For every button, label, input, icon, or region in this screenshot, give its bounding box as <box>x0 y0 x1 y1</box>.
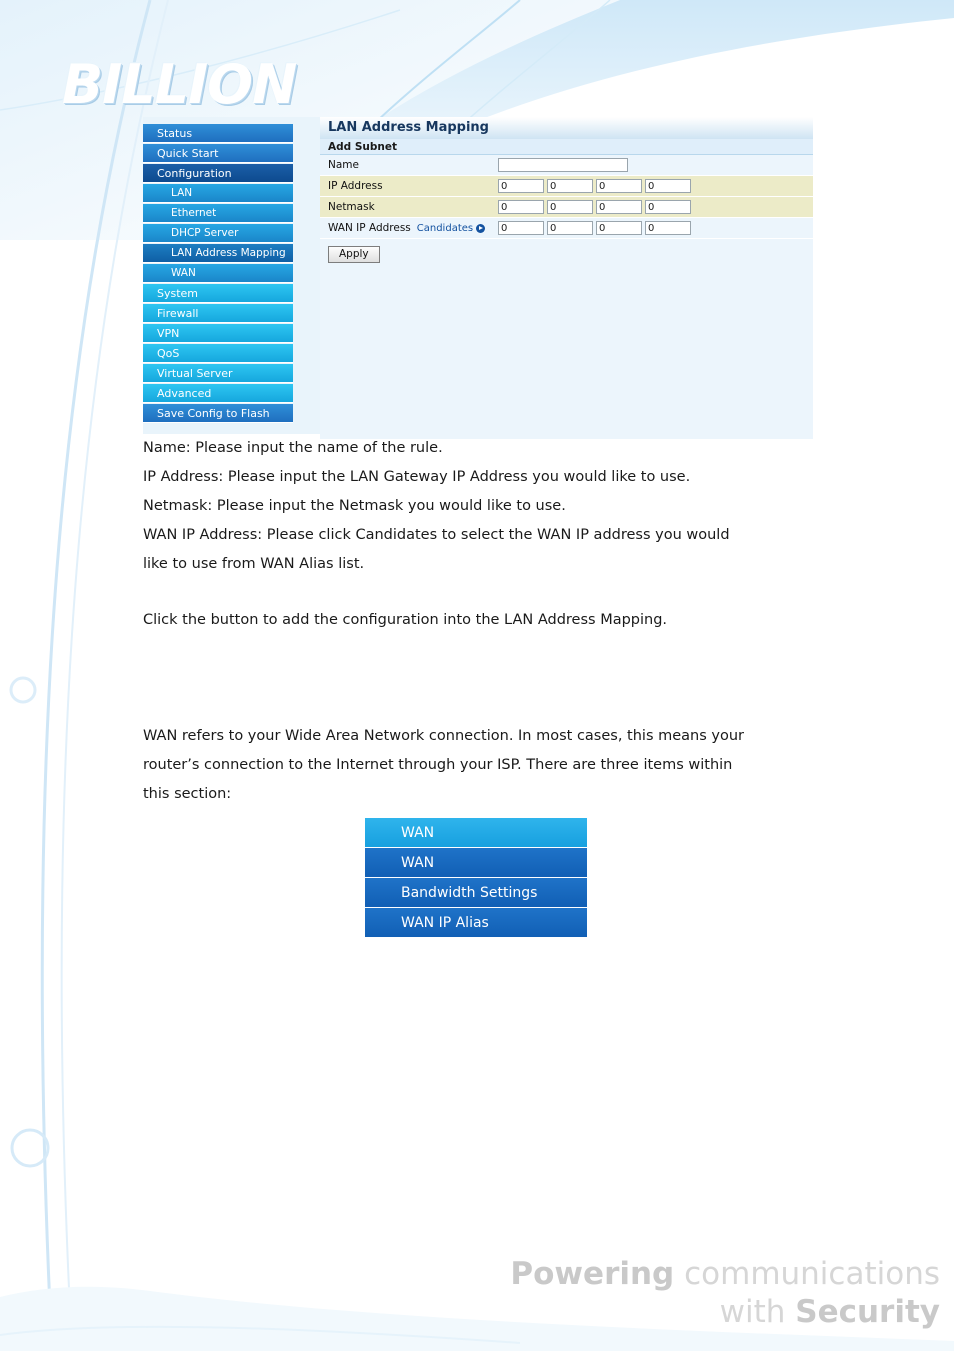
form-row-name: Name <box>320 155 813 176</box>
sidebar-item-lan[interactable]: LAN <box>143 184 293 203</box>
sidebar-item-label: Status <box>157 127 193 140</box>
wan-submenu-screenshot: WAN WAN Bandwidth Settings WAN IP Alias <box>365 818 587 938</box>
ip-octet-1[interactable] <box>498 179 544 193</box>
wan-ip-octet-3[interactable] <box>596 221 642 235</box>
definition-line-wanip-1: WAN IP Address: Please click Candidates … <box>143 527 730 543</box>
wan-intro-paragraph: WAN refers to your Wide Area Network con… <box>143 722 833 809</box>
router-sidebar-menu: Status Quick Start Configuration LAN Eth… <box>143 124 293 424</box>
candidates-label: Candidates <box>416 222 474 234</box>
wan-intro-line-1: WAN refers to your Wide Area Network con… <box>143 728 745 744</box>
tagline-line-2: with Security <box>510 1293 940 1331</box>
arrow-right-icon <box>476 223 486 233</box>
form-row-wan-ip-address: WAN IP Address Candidates <box>320 218 813 239</box>
sidebar-item-ethernet[interactable]: Ethernet <box>143 204 293 223</box>
sidebar-item-system[interactable]: System <box>143 284 293 303</box>
sidebar-item-label: DHCP Server <box>171 227 239 239</box>
tagline-with: with <box>719 1294 786 1330</box>
definition-line-ip: IP Address: Please input the LAN Gateway… <box>143 469 691 485</box>
definition-line-netmask: Netmask: Please input the Netmask you wo… <box>143 498 566 514</box>
form-row-netmask: Netmask <box>320 197 813 218</box>
sidebar-item-save-config-to-flash[interactable]: Save Config to Flash <box>143 404 293 423</box>
wan-ip-octet-2[interactable] <box>547 221 593 235</box>
sidebar-item-label: LAN <box>171 187 193 199</box>
netmask-octet-4[interactable] <box>645 200 691 214</box>
tagline-communications: communications <box>684 1256 940 1292</box>
panel-empty-area <box>320 269 813 439</box>
name-label: Name <box>328 159 359 171</box>
router-ui-screenshot: Status Quick Start Configuration LAN Eth… <box>143 117 813 439</box>
sidebar-item-label: Advanced <box>157 387 212 400</box>
sidebar-item-label: Firewall <box>157 307 199 320</box>
click-apply-paragraph: Click the button to add the configuratio… <box>143 612 668 628</box>
definition-line-name: Name: Please input the name of the rule. <box>143 440 443 456</box>
tagline-powering: Powering <box>510 1256 675 1292</box>
sidebar-item-dhcp-server[interactable]: DHCP Server <box>143 224 293 243</box>
wan-ip-address-text: WAN IP Address <box>328 222 411 234</box>
sidebar-item-status[interactable]: Status <box>143 124 293 143</box>
sidebar-item-label: System <box>157 287 199 300</box>
sidebar-item-label: LAN Address Mapping <box>171 247 286 259</box>
wan-menu-item-wan[interactable]: WAN <box>365 848 587 878</box>
sidebar-item-lan-address-mapping[interactable]: LAN Address Mapping <box>143 244 293 263</box>
apply-bar: Apply <box>320 239 813 269</box>
sidebar-item-virtual-server[interactable]: Virtual Server <box>143 364 293 383</box>
sidebar-item-vpn[interactable]: VPN <box>143 324 293 343</box>
ip-octet-3[interactable] <box>596 179 642 193</box>
sidebar-item-label: Save Config to Flash <box>157 407 270 420</box>
sidebar-item-wan[interactable]: WAN <box>143 264 293 283</box>
tagline-line-1: Powering communications <box>510 1255 940 1293</box>
panel-title: LAN Address Mapping <box>320 117 813 139</box>
sidebar-item-label: Configuration <box>157 167 232 180</box>
billion-logo: BILLION <box>62 53 297 116</box>
wan-intro-line-3: this section: <box>143 786 232 802</box>
apply-button[interactable]: Apply <box>328 245 380 263</box>
field-definitions-paragraph: Name: Please input the name of the rule.… <box>143 434 833 579</box>
wan-menu-item-wan-ip-alias[interactable]: WAN IP Alias <box>365 908 587 938</box>
ip-octet-4[interactable] <box>645 179 691 193</box>
sidebar-item-quick-start[interactable]: Quick Start <box>143 144 293 163</box>
netmask-octet-2[interactable] <box>547 200 593 214</box>
wan-ip-octet-1[interactable] <box>498 221 544 235</box>
wan-ip-address-label: WAN IP Address Candidates <box>320 222 498 234</box>
sidebar-item-qos[interactable]: QoS <box>143 344 293 363</box>
wan-menu-header[interactable]: WAN <box>365 818 587 848</box>
sidebar-item-label: Ethernet <box>171 207 217 219</box>
form-row-ip-address: IP Address <box>320 176 813 197</box>
sidebar-item-label: Quick Start <box>157 147 219 160</box>
candidates-link[interactable]: Candidates <box>416 222 486 234</box>
netmask-label: Netmask <box>328 201 375 213</box>
sidebar-item-label: VPN <box>157 327 180 340</box>
sidebar-item-label: QoS <box>157 347 180 360</box>
lan-address-mapping-panel: LAN Address Mapping Add Subnet Name IP A… <box>320 117 813 439</box>
sidebar-item-label: Virtual Server <box>157 367 233 380</box>
name-input[interactable] <box>498 158 628 172</box>
wan-ip-octet-4[interactable] <box>645 221 691 235</box>
ip-octet-2[interactable] <box>547 179 593 193</box>
sidebar-item-advanced[interactable]: Advanced <box>143 384 293 403</box>
tagline-security: Security <box>795 1294 940 1330</box>
ip-address-label: IP Address <box>328 180 383 192</box>
sidebar-item-firewall[interactable]: Firewall <box>143 304 293 323</box>
sidebar-item-label: WAN <box>171 267 196 279</box>
wan-intro-line-2: router’s connection to the Internet thro… <box>143 757 733 773</box>
definition-line-wanip-2: like to use from WAN Alias list. <box>143 556 365 572</box>
panel-subtitle: Add Subnet <box>320 139 813 155</box>
wan-menu-item-bandwidth-settings[interactable]: Bandwidth Settings <box>365 878 587 908</box>
footer-tagline: Powering communications with Security <box>510 1255 940 1331</box>
netmask-octet-3[interactable] <box>596 200 642 214</box>
sidebar-item-configuration[interactable]: Configuration <box>143 164 293 183</box>
netmask-octet-1[interactable] <box>498 200 544 214</box>
